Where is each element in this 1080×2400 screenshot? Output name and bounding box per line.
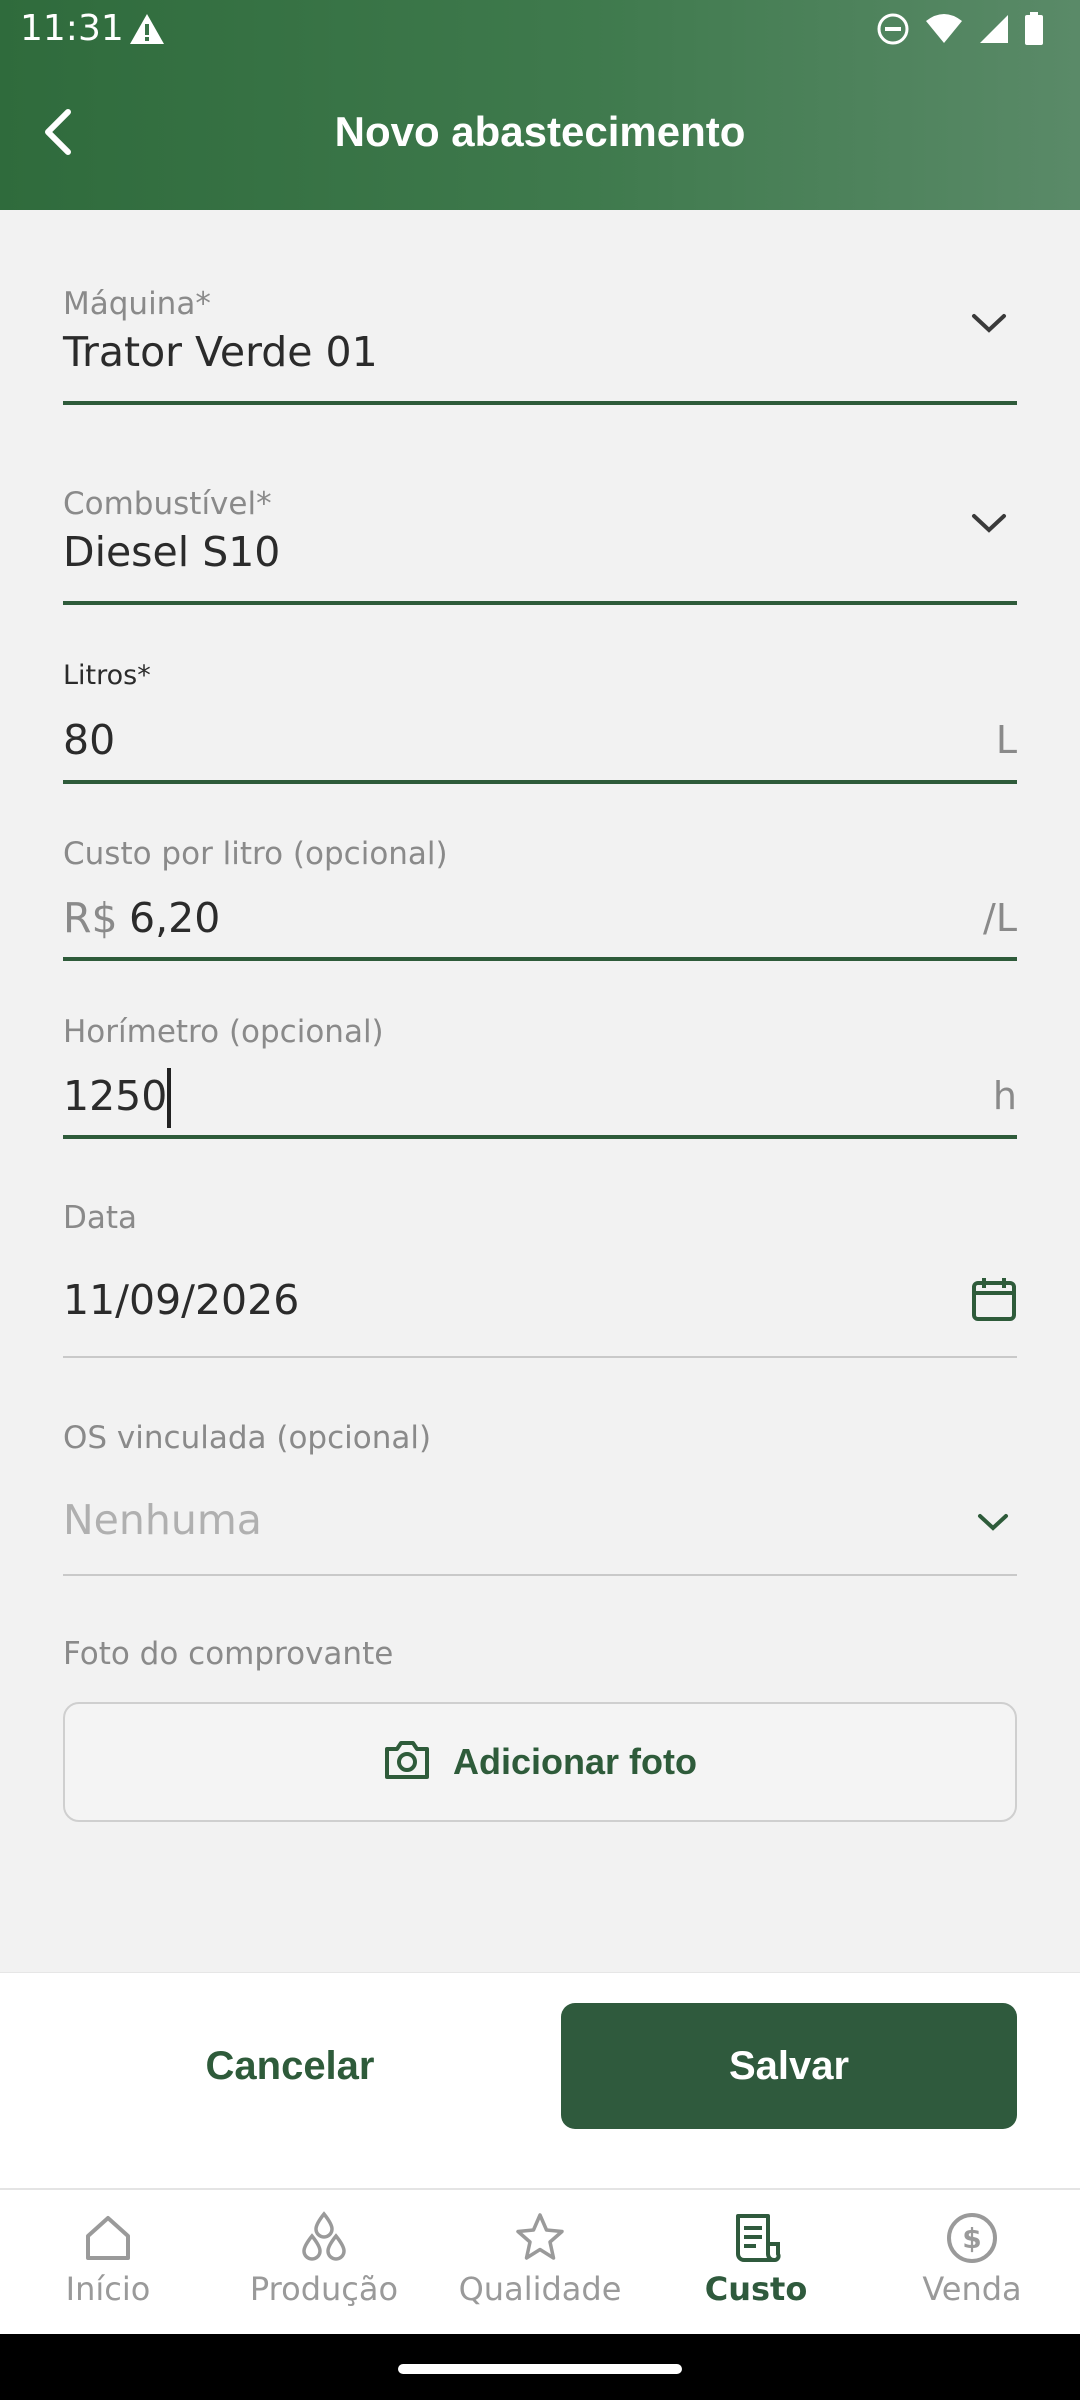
nav-label-inicio: Início [65,2270,151,2308]
add-photo-label: Adicionar foto [453,1741,697,1782]
nav-item-custo[interactable]: Custo [648,2190,864,2336]
status-time: 11:31 [20,8,124,49]
status-bar: 11:31 [0,0,1080,64]
nav-item-inicio[interactable]: Início [0,2190,216,2336]
dollar-circle-icon: $ [947,2213,997,2263]
action-bar: Cancelar Salvar [0,1972,1080,2188]
maquina-value: Trator Verde 01 [63,328,378,376]
nav-item-producao[interactable]: Produção [216,2190,432,2336]
camera-icon [383,1739,431,1785]
data-underline [63,1356,1017,1358]
save-button[interactable]: Salvar [561,2003,1017,2129]
data-value: 11/09/2026 [63,1276,300,1324]
chevron-down-icon [971,512,1007,538]
chevron-down-icon [977,1512,1009,1536]
system-navigation-bar [0,2334,1080,2400]
litros-value: 80 [63,716,116,764]
receipt-icon [736,2214,781,2262]
data-label: Data [63,1200,138,1236]
os-label: OS vinculada (opcional) [63,1420,432,1456]
nav-label-producao: Produção [249,2270,399,2308]
nav-label-custo: Custo [704,2270,808,2308]
maquina-underline [63,401,1017,405]
custo-suffix: /L [983,896,1017,940]
combustivel-label: Combustível* [63,486,272,522]
horimetro-label: Horímetro (opcional) [63,1014,384,1050]
chevron-down-icon [971,312,1007,338]
os-placeholder: Nenhuma [63,1496,262,1544]
text-cursor [167,1068,171,1128]
horimetro-suffix: h [992,1074,1017,1118]
custo-field[interactable]: Custo por litro (opcional) R$ 6,20 /L [63,832,1017,966]
combustivel-underline [63,601,1017,605]
svg-text:$: $ [962,2222,981,2255]
wifi-icon [924,13,964,49]
signal-icon [978,13,1010,49]
foto-section: Foto do comprovante [63,1632,1017,1682]
custo-label: Custo por litro (opcional) [63,836,448,872]
maquina-select[interactable]: Máquina* Trator Verde 01 [63,280,1017,410]
litros-underline [63,780,1017,784]
calendar-icon[interactable] [971,1276,1017,1326]
nav-item-qualidade[interactable]: Qualidade [432,2190,648,2336]
maquina-label: Máquina* [63,286,211,322]
custo-value: 6,20 [129,894,221,942]
warning-icon [128,12,166,50]
drops-icon [302,2211,346,2261]
os-select[interactable]: OS vinculada (opcional) Nenhuma [63,1416,1017,1580]
horimetro-underline [63,1135,1017,1139]
foto-label: Foto do comprovante [63,1636,394,1672]
cancel-button[interactable]: Cancelar [130,2003,450,2129]
nav-label-venda: Venda [922,2270,1022,2308]
combustivel-value: Diesel S10 [63,528,281,576]
bottom-navigation: Início Produção Qualidade Custo $ Venda [0,2188,1080,2334]
home-icon [86,2216,130,2260]
dnd-icon [876,12,910,50]
app-header: 11:31 Novo abastecimento [0,0,1080,210]
custo-prefix: R$ [63,894,118,942]
battery-icon [1024,12,1044,50]
home-gesture-handle[interactable] [398,2364,682,2374]
data-field[interactable]: Data 11/09/2026 [63,1196,1017,1360]
nav-label-qualidade: Qualidade [458,2270,622,2308]
horimetro-field[interactable]: Horímetro (opcional) 1250 h [63,1010,1017,1144]
litros-field[interactable]: Litros* 80 L [63,656,1017,786]
star-icon [516,2213,564,2260]
os-underline [63,1574,1017,1576]
combustivel-select[interactable]: Combustível* Diesel S10 [63,480,1017,610]
litros-suffix: L [995,718,1017,762]
litros-label: Litros* [63,660,151,691]
add-photo-button[interactable]: Adicionar foto [63,1702,1017,1822]
horimetro-value: 1250 [63,1072,168,1120]
nav-item-venda[interactable]: $ Venda [864,2190,1080,2336]
page-title: Novo abastecimento [334,108,746,155]
custo-underline [63,957,1017,961]
